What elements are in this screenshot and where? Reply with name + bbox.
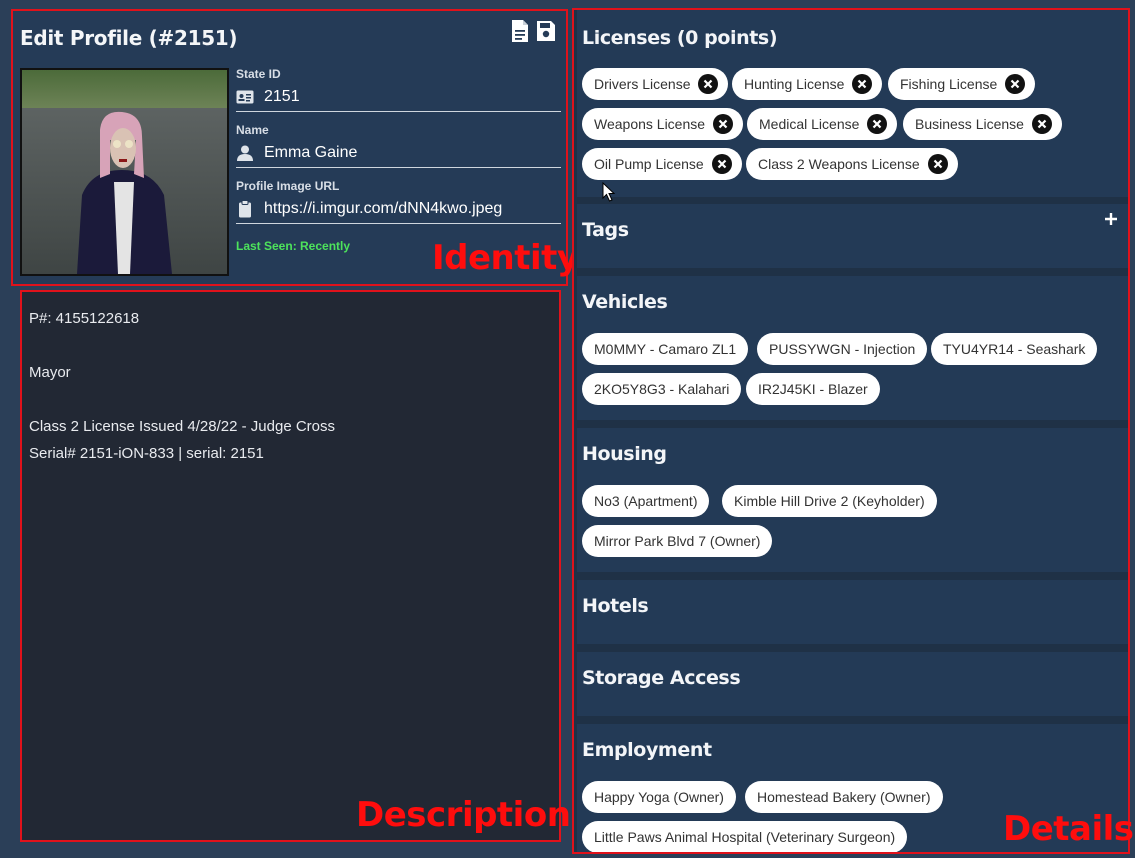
storage-access-section: Storage Access [577, 652, 1128, 716]
chip-label: Little Paws Animal Hospital (Veterinary … [594, 829, 896, 845]
close-icon[interactable] [1005, 74, 1026, 94]
description-line: P#: 4155122618 [29, 310, 140, 327]
license-chip[interactable]: Drivers License [582, 68, 729, 100]
name-field[interactable]: Name Emma Gaine [236, 123, 561, 168]
clipboard-icon [239, 200, 251, 218]
chip-label: Medical License [759, 116, 860, 132]
name-label: Name [236, 123, 269, 137]
chip-label: Happy Yoga (Owner) [594, 789, 724, 805]
description-text[interactable]: P#: 4155122618 Mayor Class 2 License Iss… [29, 305, 335, 467]
vehicles-title: Vehicles [582, 291, 668, 313]
license-chip[interactable]: Oil Pump License [582, 148, 742, 180]
license-chip[interactable]: Hunting License [732, 68, 883, 100]
chip-label: Mirror Park Blvd 7 (Owner) [594, 533, 761, 549]
license-chip[interactable]: Fishing License [888, 68, 1036, 100]
profile-image-url-value: https://i.imgur.com/dNN4kwo.jpeg [264, 200, 503, 217]
close-icon[interactable] [927, 154, 948, 174]
close-icon[interactable] [852, 74, 873, 94]
vehicle-chip[interactable]: M0MMY - Camaro ZL1 [582, 333, 749, 365]
housing-chip[interactable]: No3 (Apartment) [582, 485, 710, 517]
storage-access-title: Storage Access [582, 667, 741, 689]
close-icon[interactable] [711, 154, 732, 174]
chip-label: IR2J45KI - Blazer [758, 381, 868, 397]
description-line: Class 2 License Issued 4/28/22 - Judge C… [29, 418, 335, 435]
close-icon[interactable] [713, 114, 734, 134]
chip-label: No3 (Apartment) [594, 493, 698, 509]
chip-label: Hunting License [744, 76, 845, 92]
page-title: Edit Profile (#2151) [20, 26, 238, 50]
state-id-field[interactable]: State ID 2151 [236, 67, 561, 112]
hotels-title: Hotels [582, 595, 649, 617]
housing-section: Housing No3 (Apartment) Kimble Hill Driv… [577, 428, 1128, 572]
chip-label: Weapons License [594, 116, 706, 132]
close-icon[interactable] [867, 114, 888, 134]
details-panel: Licenses (0 points) Drivers License Hunt… [572, 8, 1130, 854]
housing-title: Housing [582, 443, 667, 465]
last-seen-status: Last Seen: Recently [236, 239, 351, 253]
name-value: Emma Gaine [264, 144, 358, 161]
description-line [29, 332, 335, 359]
add-tag-icon[interactable] [1104, 212, 1118, 226]
housing-chip[interactable]: Mirror Park Blvd 7 (Owner) [582, 525, 773, 557]
vehicles-section: Vehicles M0MMY - Camaro ZL1 PUSSYWGN - I… [577, 276, 1128, 420]
chip-label: PUSSYWGN - Injection [769, 341, 916, 357]
state-id-value: 2151 [264, 88, 300, 105]
chip-label: M0MMY - Camaro ZL1 [594, 341, 737, 357]
save-icon[interactable] [536, 19, 556, 43]
employment-chip[interactable]: Happy Yoga (Owner) [582, 781, 736, 813]
vehicle-chip[interactable]: TYU4YR14 - Seashark [931, 333, 1098, 365]
details-annotation: Details [1003, 809, 1134, 849]
hotels-section: Hotels [577, 580, 1128, 644]
mouse-cursor-icon [602, 182, 616, 202]
description-line [29, 386, 335, 413]
license-chip[interactable]: Medical License [747, 108, 898, 140]
licenses-title: Licenses (0 points) [582, 27, 778, 49]
license-chip[interactable]: Weapons License [582, 108, 744, 140]
description-annotation: Description [356, 795, 571, 835]
housing-chip[interactable]: Kimble Hill Drive 2 (Keyholder) [722, 485, 937, 517]
chip-label: Homestead Bakery (Owner) [757, 789, 931, 805]
close-icon[interactable] [1031, 114, 1052, 134]
employment-chip[interactable]: Little Paws Animal Hospital (Veterinary … [582, 821, 908, 852]
tags-title: Tags [582, 219, 629, 241]
document-icon[interactable] [510, 19, 530, 43]
chip-label: Oil Pump License [594, 156, 704, 172]
description-panel[interactable]: P#: 4155122618 Mayor Class 2 License Iss… [20, 290, 561, 842]
vehicle-chip[interactable]: IR2J45KI - Blazer [746, 373, 880, 405]
employment-title: Employment [582, 739, 712, 761]
close-icon[interactable] [698, 74, 719, 94]
description-line: Mayor [29, 364, 71, 381]
chip-label: Fishing License [900, 76, 998, 92]
license-chip[interactable]: Class 2 Weapons License [746, 148, 958, 180]
description-line: Serial# 2151-iON-833 | serial: 2151 [29, 445, 264, 462]
profile-image-url-label: Profile Image URL [236, 179, 340, 193]
vehicle-chip[interactable]: PUSSYWGN - Injection [757, 333, 928, 365]
id-card-icon [236, 90, 254, 104]
chip-label: Business License [915, 116, 1024, 132]
tags-section: Tags [577, 204, 1128, 268]
licenses-section: Licenses (0 points) Drivers License Hunt… [577, 10, 1128, 202]
chip-label: Drivers License [594, 76, 691, 92]
state-id-label: State ID [236, 67, 281, 81]
chip-label: Kimble Hill Drive 2 (Keyholder) [734, 493, 925, 509]
profile-image-url-field[interactable]: Profile Image URL https://i.imgur.com/dN… [236, 179, 561, 224]
employment-chip[interactable]: Homestead Bakery (Owner) [745, 781, 943, 813]
chip-label: TYU4YR14 - Seashark [943, 341, 1086, 357]
vehicle-chip[interactable]: 2KO5Y8G3 - Kalahari [582, 373, 742, 405]
identity-annotation: Identity [432, 238, 579, 278]
chip-label: Class 2 Weapons License [758, 156, 920, 172]
profile-photo [20, 68, 229, 276]
person-icon [237, 145, 253, 161]
license-chip[interactable]: Business License [903, 108, 1062, 140]
chip-label: 2KO5Y8G3 - Kalahari [594, 381, 730, 397]
